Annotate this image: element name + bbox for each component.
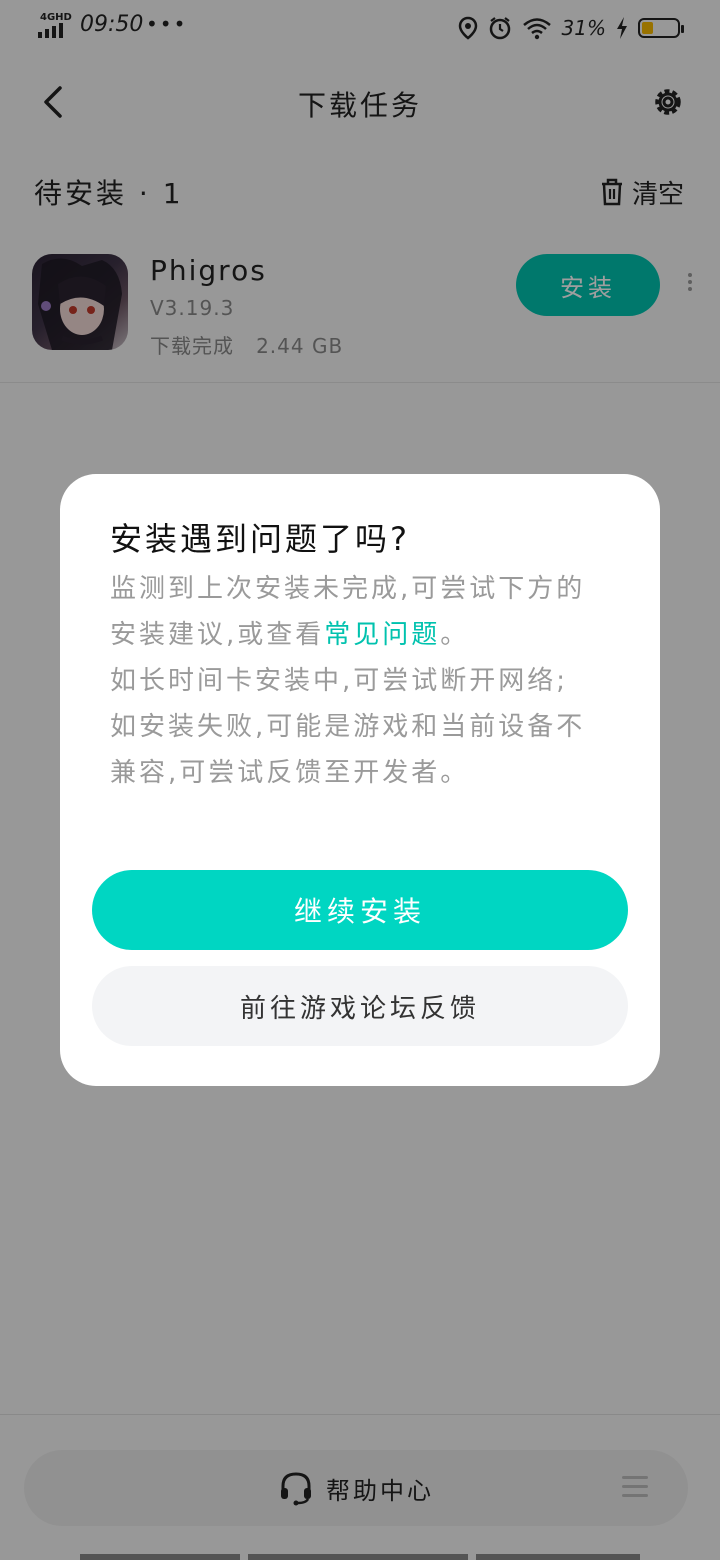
continue-install-button[interactable]: 继续安装 <box>92 870 628 950</box>
dialog-paragraph-2: 如长时间卡安装中,可尝试断开网络; <box>110 666 569 696</box>
dialog-paragraph-3: 如安装失败,可能是游戏和当前设备不兼容,可尝试反馈至开发者。 <box>110 712 586 788</box>
download-tasks-page: 4GHD 09:50 ••• 31% 下载任务 待安装 · 1 清空 Phigr… <box>0 0 720 1560</box>
dialog-paragraph-1: 监测到上次安装未完成,可尝试下方的安装建议,或查看常见问题。 <box>110 566 610 658</box>
dialog-title: 安装遇到问题了吗? <box>110 520 410 558</box>
install-problem-dialog: 安装遇到问题了吗? 监测到上次安装未完成,可尝试下方的安装建议,或查看常见问题。… <box>60 474 660 1086</box>
faq-link[interactable]: 常见问题 <box>324 620 440 650</box>
forum-feedback-button[interactable]: 前往游戏论坛反馈 <box>92 966 628 1046</box>
dialog-text-1-end: 。 <box>440 620 470 650</box>
dialog-body: 监测到上次安装未完成,可尝试下方的安装建议,或查看常见问题。 如长时间卡安装中,… <box>110 566 610 796</box>
